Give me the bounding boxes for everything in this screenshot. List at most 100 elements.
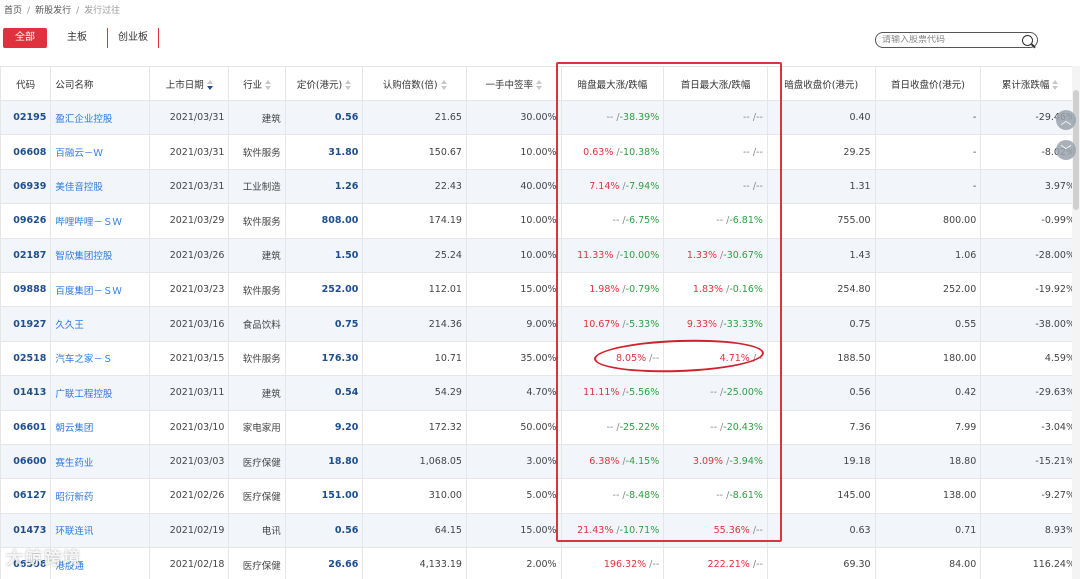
table-row[interactable]: 01927 久久王 2021/03/16 食品饮料 0.75 214.36 9.00% 10.… [0, 306, 1080, 342]
watermark-logo: 大鲸跨境 [6, 549, 82, 569]
col-dark-range[interactable]: 暗盘最大涨/跌幅 [560, 66, 665, 101]
first-close-price: - [874, 134, 982, 170]
list-date: 2021/02/19 [148, 512, 230, 549]
company-name-link[interactable]: 智欣集团控股 [50, 237, 150, 273]
company-name-link[interactable]: 广联工程控股 [50, 375, 150, 411]
col-first-day-range[interactable]: 首日最大涨/跌幅 [663, 66, 768, 101]
filter-main-board-button[interactable]: 主板 [57, 28, 97, 48]
table-row[interactable]: 09626 哔哩哔哩－ＳＷ 2021/03/29 软件服务 808.00 174.19 10… [0, 203, 1080, 239]
offer-price: 151.00 [284, 478, 364, 514]
stock-code-link[interactable]: 02518 [0, 340, 52, 377]
offer-price: 31.80 [284, 134, 364, 170]
dark-range-max: 196.32% [603, 559, 647, 571]
table-row[interactable]: 06601 朝云集团 2021/03/10 家电家用 9.20 172.32 50.00% -… [0, 409, 1080, 445]
table-row[interactable]: 06600 赛生药业 2021/03/03 医疗保健 18.80 1,068.05 3.00… [0, 443, 1080, 480]
breadcrumb-section[interactable]: 新股发行 [35, 6, 71, 16]
table-row[interactable]: 09888 百度集团－ＳＷ 2021/03/23 软件服务 252.00 112.01 15… [0, 271, 1080, 308]
stock-code-link[interactable]: 06127 [0, 478, 52, 514]
company-name-link[interactable]: 哔哩哔哩－ＳＷ [50, 203, 150, 239]
offer-price: 26.66 [284, 547, 364, 579]
stock-code-input[interactable] [882, 35, 1022, 45]
company-name-link[interactable]: 百度集团－ＳＷ [50, 271, 150, 308]
company-name-link[interactable]: 久久王 [50, 306, 150, 342]
offer-price: 176.30 [284, 340, 364, 377]
filter-all-button[interactable]: 全部 [3, 28, 47, 48]
stock-code-link[interactable]: 06600 [0, 443, 52, 480]
table-row[interactable]: 06127 昭衍新药 2021/02/26 医疗保健 151.00 310.00 5.00%… [0, 478, 1080, 514]
col-industry[interactable]: 行业 [228, 66, 286, 101]
stock-code-link[interactable]: 06939 [0, 168, 52, 205]
dark-close-price: 69.30 [766, 547, 876, 579]
cumulative-change: 8.93% [980, 512, 1080, 549]
lot-success-rate: 10.00% [465, 203, 562, 239]
subscription-multiple: 112.01 [362, 271, 467, 308]
col-dark-close[interactable]: 暗盘收盘价(港元) [766, 66, 876, 101]
first-day-range: 1.33% /-30.67% [663, 237, 768, 273]
first-day-range-min: -- [756, 352, 763, 364]
stock-code-link[interactable]: 06608 [0, 134, 52, 170]
first-close-price: - [874, 168, 982, 205]
table-row[interactable]: 06608 百融云－Ｗ 2021/03/31 软件服务 31.80 150.67 10.00… [0, 134, 1080, 170]
stock-code-link[interactable]: 02187 [0, 237, 52, 273]
breadcrumb-home[interactable]: 首页 [4, 6, 22, 16]
company-name-link[interactable]: 盈汇企业控股 [50, 99, 150, 136]
stock-code-link[interactable]: 01413 [0, 375, 52, 411]
company-name-link[interactable]: 美佳音控股 [50, 168, 150, 205]
first-day-range-max: 1.83% [692, 284, 724, 296]
col-subscription[interactable]: 认购倍数(倍) [362, 66, 467, 101]
cumulative-change: -3.04% [980, 409, 1080, 445]
first-close-price: 138.00 [874, 478, 982, 514]
company-name-link[interactable]: 昭衍新药 [50, 478, 150, 514]
col-list-date[interactable]: 上市日期 [148, 66, 230, 101]
first-day-range: -- /-- [663, 134, 768, 170]
company-name-link[interactable]: 汽车之家－Ｓ [50, 340, 150, 377]
table-row[interactable]: 02195 盈汇企业控股 2021/03/31 建筑 0.56 21.65 30.00% --… [0, 99, 1080, 136]
industry: 工业制造 [228, 168, 286, 205]
offer-price: 0.56 [284, 99, 364, 136]
col-name[interactable]: 公司名称 [50, 66, 150, 101]
chevron-down-icon: ﹀ [1060, 144, 1072, 157]
scroll-up-button[interactable]: ︿ [1056, 110, 1076, 130]
company-name-link[interactable]: 朝云集团 [50, 409, 150, 445]
industry: 电讯 [228, 512, 286, 549]
dark-range: 7.14% /-7.94% [560, 168, 665, 205]
search-icon[interactable] [1022, 34, 1033, 46]
dark-close-price: 1.43 [766, 237, 876, 273]
lot-success-rate: 35.00% [465, 340, 562, 377]
col-code[interactable]: 代码 [0, 66, 52, 101]
lot-success-rate: 3.00% [465, 443, 562, 480]
col-first-close[interactable]: 首日收盘价(港元) [874, 66, 982, 101]
stock-code-link[interactable]: 01473 [0, 512, 52, 549]
industry: 软件服务 [228, 203, 286, 239]
company-name-link[interactable]: 环联连讯 [50, 512, 150, 549]
stock-code-link[interactable]: 09626 [0, 203, 52, 239]
table-row[interactable]: 01413 广联工程控股 2021/03/11 建筑 0.54 54.29 4.70% 11.… [0, 375, 1080, 411]
table-row[interactable]: 02518 汽车之家－Ｓ 2021/03/15 软件服务 176.30 10.71 35.0… [0, 340, 1080, 377]
stock-code-link[interactable]: 02195 [0, 99, 52, 136]
company-name-link[interactable]: 赛生药业 [50, 443, 150, 480]
dark-range: 1.98% /-0.79% [560, 271, 665, 308]
col-price[interactable]: 定价(港元) [284, 66, 364, 101]
first-day-range: -- /-25.00% [663, 375, 768, 411]
stock-code-link[interactable]: 09888 [0, 271, 52, 308]
table-row[interactable]: 01473 环联连讯 2021/02/19 电讯 0.56 64.15 15.00% 21.4… [0, 512, 1080, 549]
company-name-link[interactable]: 百融云－Ｗ [50, 134, 150, 170]
dark-range-min: -10.38% [619, 146, 660, 158]
lot-success-rate: 10.00% [465, 134, 562, 170]
scroll-down-button[interactable]: ﹀ [1056, 140, 1076, 160]
stock-code-link[interactable]: 01927 [0, 306, 52, 342]
filter-gem-board-button[interactable]: 创业板 [107, 28, 159, 48]
first-day-range-max: 55.36% [713, 524, 750, 536]
dark-range-min: -7.94% [625, 180, 660, 192]
industry: 建筑 [228, 375, 286, 411]
table-row[interactable]: 02187 智欣集团控股 2021/03/26 建筑 1.50 25.24 10.00% 11… [0, 237, 1080, 273]
cumulative-change: 4.59% [980, 340, 1080, 377]
col-cumulative[interactable]: 累计涨跌幅 [980, 66, 1080, 101]
first-day-range-max: 3.09% [692, 456, 724, 468]
table-body: 02195 盈汇企业控股 2021/03/31 建筑 0.56 21.65 30.00% --… [0, 99, 1080, 579]
stock-code-link[interactable]: 06601 [0, 409, 52, 445]
table-row[interactable]: 06506 港股通 2021/02/18 医疗保健 26.66 4,133.19 2.00%… [0, 547, 1080, 579]
col-lot-rate[interactable]: 一手中签率 [465, 66, 562, 101]
table-row[interactable]: 06939 美佳音控股 2021/03/31 工业制造 1.26 22.43 40.00% 7… [0, 168, 1080, 205]
dark-close-price: 7.36 [766, 409, 876, 445]
